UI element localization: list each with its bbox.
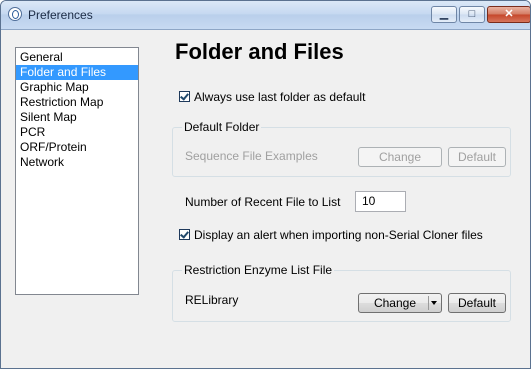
maximize-button[interactable]: □ — [459, 6, 485, 23]
sidebar-item-general[interactable]: General — [16, 50, 138, 65]
title-bar[interactable]: Preferences ▁ □ ✕ — [1, 1, 530, 30]
sidebar-item-restriction-map[interactable]: Restriction Map — [16, 95, 138, 110]
alert-import-checkbox[interactable] — [179, 229, 190, 240]
dropdown-arrow-icon[interactable] — [431, 301, 437, 305]
restriction-enzyme-default-button[interactable]: Default — [448, 293, 506, 313]
alert-import-option[interactable]: Display an alert when importing non-Seri… — [179, 227, 483, 243]
restriction-enzyme-change-label: Change — [373, 296, 417, 310]
always-use-last-folder-label: Always use last folder as default — [194, 90, 366, 104]
restriction-enzyme-change-button[interactable]: Change — [358, 293, 442, 313]
minimize-button[interactable]: ▁ — [431, 6, 457, 23]
window-title: Preferences — [28, 8, 93, 22]
preferences-window: Preferences ▁ □ ✕ General Folder and Fil… — [0, 0, 531, 369]
restriction-enzyme-legend: Restriction Enzyme List File — [182, 263, 335, 277]
default-folder-path: Sequence File Examples — [185, 149, 318, 163]
always-use-last-folder-checkbox[interactable] — [179, 91, 190, 102]
default-folder-default-button[interactable]: Default — [448, 147, 506, 167]
restriction-enzyme-file: RELibrary — [185, 293, 239, 307]
sidebar-item-pcr[interactable]: PCR — [16, 125, 138, 140]
split-divider — [428, 296, 429, 310]
recent-files-label: Number of Recent File to List — [185, 195, 341, 209]
default-folder-change-button[interactable]: Change — [358, 147, 442, 167]
close-button[interactable]: ✕ — [487, 6, 530, 23]
sidebar-item-network[interactable]: Network — [16, 155, 138, 170]
sidebar-item-orf-protein[interactable]: ORF/Protein — [16, 140, 138, 155]
sidebar-item-folder-and-files[interactable]: Folder and Files — [16, 65, 138, 80]
sidebar-item-graphic-map[interactable]: Graphic Map — [16, 80, 138, 95]
sidebar-item-silent-map[interactable]: Silent Map — [16, 110, 138, 125]
category-list[interactable]: General Folder and Files Graphic Map Res… — [15, 47, 139, 295]
recent-files-input[interactable]: 10 — [355, 191, 406, 212]
alert-import-label: Display an alert when importing non-Seri… — [194, 228, 483, 242]
page-title: Folder and Files — [175, 39, 344, 64]
default-folder-legend: Default Folder — [182, 120, 262, 134]
always-use-last-folder-option[interactable]: Always use last folder as default — [179, 89, 365, 105]
app-icon — [8, 7, 22, 21]
